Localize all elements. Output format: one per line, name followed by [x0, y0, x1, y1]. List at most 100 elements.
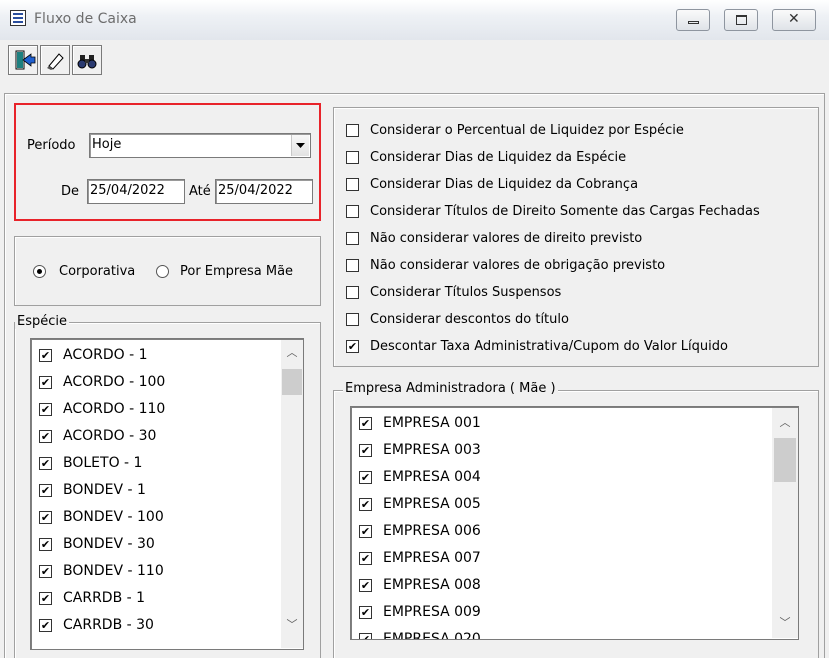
- checkbox[interactable]: ✔: [359, 632, 372, 639]
- checkbox[interactable]: [346, 205, 359, 218]
- periodo-dropdown-button[interactable]: [291, 135, 309, 156]
- list-item-label: CARRDB - 30: [63, 617, 154, 633]
- list-item[interactable]: ✔ EMPRESA 005: [359, 496, 481, 512]
- checkbox[interactable]: ✔: [39, 375, 52, 389]
- especie-scrollbar[interactable]: ︿ ﹀: [281, 340, 303, 648]
- eraser-icon: [47, 53, 64, 70]
- list-item-label: EMPRESA 006: [383, 523, 481, 539]
- list-item[interactable]: ✔ CARRDB - 30: [39, 617, 154, 633]
- option-row[interactable]: Considerar Dias de Liquidez da Espécie: [346, 144, 760, 171]
- ate-date-field[interactable]: 25/04/2022: [215, 179, 313, 204]
- list-item[interactable]: ✔ EMPRESA 020: [359, 631, 481, 639]
- option-label: Considerar Dias de Liquidez da Espécie: [370, 150, 627, 165]
- checkbox[interactable]: ✔: [359, 416, 372, 430]
- exit-button[interactable]: [8, 45, 38, 75]
- scroll-down-icon[interactable]: ﹀: [281, 616, 303, 632]
- ate-date-value: 25/04/2022: [218, 183, 293, 198]
- especie-list[interactable]: ✔ ACORDO - 1 ✔ ACORDO - 100 ✔ ACORDO - 110 …: [30, 338, 304, 650]
- list-item[interactable]: ✔ EMPRESA 009: [359, 604, 481, 620]
- checkbox[interactable]: ✔: [39, 591, 52, 605]
- list-item[interactable]: ✔ EMPRESA 001: [359, 415, 481, 431]
- checkbox[interactable]: ✔: [346, 340, 359, 353]
- list-item-label: EMPRESA 004: [383, 469, 481, 485]
- option-row[interactable]: Considerar Dias de Liquidez da Cobrança: [346, 171, 760, 198]
- checkbox[interactable]: ✔: [39, 537, 52, 551]
- checkbox[interactable]: ✔: [359, 443, 372, 457]
- checkbox[interactable]: ✔: [359, 470, 372, 484]
- option-label: Não considerar valores de direito previs…: [370, 231, 643, 246]
- list-item-label: BONDEV - 1: [63, 482, 146, 498]
- maximize-button[interactable]: [724, 9, 758, 31]
- list-item[interactable]: ✔ BONDEV - 110: [39, 563, 164, 579]
- list-item-label: CARRDB - 1: [63, 590, 146, 606]
- option-row[interactable]: Considerar Títulos Suspensos: [346, 279, 760, 306]
- checkbox[interactable]: [346, 259, 359, 272]
- option-row[interactable]: Não considerar valores de obrigação prev…: [346, 252, 760, 279]
- checkbox[interactable]: ✔: [359, 551, 372, 565]
- list-item[interactable]: ✔ ACORDO - 30: [39, 428, 156, 444]
- scroll-thumb[interactable]: [282, 369, 302, 395]
- option-row[interactable]: ✔ Descontar Taxa Administrativa/Cupom do …: [346, 333, 760, 360]
- list-item[interactable]: ✔ EMPRESA 007: [359, 550, 481, 566]
- empresa-scrollbar[interactable]: ︿ ﹀: [772, 408, 798, 638]
- checkbox[interactable]: [346, 124, 359, 137]
- list-item[interactable]: ✔ EMPRESA 004: [359, 469, 481, 485]
- toolbar: [0, 40, 829, 90]
- checkbox[interactable]: [346, 286, 359, 299]
- list-item-label: EMPRESA 001: [383, 415, 481, 431]
- checkbox[interactable]: [346, 151, 359, 164]
- search-button[interactable]: [72, 45, 102, 75]
- checkbox[interactable]: ✔: [39, 564, 52, 578]
- option-row[interactable]: Considerar o Percentual de Liquidez por …: [346, 117, 760, 144]
- empresa-admin-list[interactable]: ✔ EMPRESA 001 ✔ EMPRESA 003 ✔ EMPRESA 004 ✔…: [350, 406, 799, 640]
- checkbox[interactable]: ✔: [39, 456, 52, 470]
- option-row[interactable]: Não considerar valores de direito previs…: [346, 225, 760, 252]
- checkbox[interactable]: ✔: [39, 429, 52, 443]
- list-item[interactable]: ✔ BONDEV - 1: [39, 482, 146, 498]
- checkbox[interactable]: [346, 178, 359, 191]
- checkbox[interactable]: ✔: [39, 348, 52, 362]
- checkbox[interactable]: ✔: [39, 402, 52, 416]
- option-row[interactable]: Considerar Títulos de Direito Somente da…: [346, 198, 760, 225]
- checkbox[interactable]: ✔: [39, 483, 52, 497]
- minimize-button[interactable]: [676, 9, 710, 31]
- empresa-mae-radio[interactable]: [156, 265, 169, 278]
- app-icon: [10, 10, 26, 26]
- close-button[interactable]: ✕: [772, 9, 816, 31]
- scroll-thumb[interactable]: [774, 438, 796, 482]
- list-item[interactable]: ✔ ACORDO - 1: [39, 347, 148, 363]
- checkbox[interactable]: ✔: [359, 524, 372, 538]
- empresa-mae-label: Por Empresa Mãe: [180, 264, 294, 279]
- checkbox[interactable]: ✔: [359, 497, 372, 511]
- list-item-label: ACORDO - 100: [63, 374, 166, 390]
- list-item[interactable]: ✔ CARRDB - 1: [39, 590, 145, 606]
- ate-label: Até: [189, 184, 211, 199]
- periodo-select[interactable]: Hoje: [89, 133, 311, 158]
- list-item[interactable]: ✔ BONDEV - 100: [39, 509, 164, 525]
- list-item[interactable]: ✔ EMPRESA 006: [359, 523, 481, 539]
- corporativa-radio[interactable]: [33, 265, 46, 278]
- minimize-icon: [688, 21, 699, 24]
- checkbox[interactable]: ✔: [359, 578, 372, 592]
- checkbox[interactable]: ✔: [39, 618, 52, 632]
- option-label: Considerar o Percentual de Liquidez por …: [370, 123, 684, 138]
- exit-door-icon: [15, 50, 36, 70]
- list-item-label: ACORDO - 110: [63, 401, 166, 417]
- checkbox[interactable]: [346, 232, 359, 245]
- clear-button[interactable]: [40, 45, 70, 75]
- list-item[interactable]: ✔ EMPRESA 003: [359, 442, 481, 458]
- option-row[interactable]: Considerar descontos do título: [346, 306, 760, 333]
- list-item[interactable]: ✔ BONDEV - 30: [39, 536, 155, 552]
- checkbox[interactable]: ✔: [359, 605, 372, 619]
- scroll-down-icon[interactable]: ﹀: [772, 614, 798, 630]
- list-item[interactable]: ✔ ACORDO - 100: [39, 374, 165, 390]
- corporativa-label: Corporativa: [59, 264, 136, 279]
- list-item[interactable]: ✔ EMPRESA 008: [359, 577, 481, 593]
- scroll-up-icon[interactable]: ︿: [772, 414, 798, 430]
- list-item[interactable]: ✔ ACORDO - 110: [39, 401, 165, 417]
- de-date-field[interactable]: 25/04/2022: [87, 179, 185, 204]
- scroll-up-icon[interactable]: ︿: [281, 344, 303, 360]
- list-item[interactable]: ✔ BOLETO - 1: [39, 455, 142, 471]
- checkbox[interactable]: [346, 313, 359, 326]
- checkbox[interactable]: ✔: [39, 510, 52, 524]
